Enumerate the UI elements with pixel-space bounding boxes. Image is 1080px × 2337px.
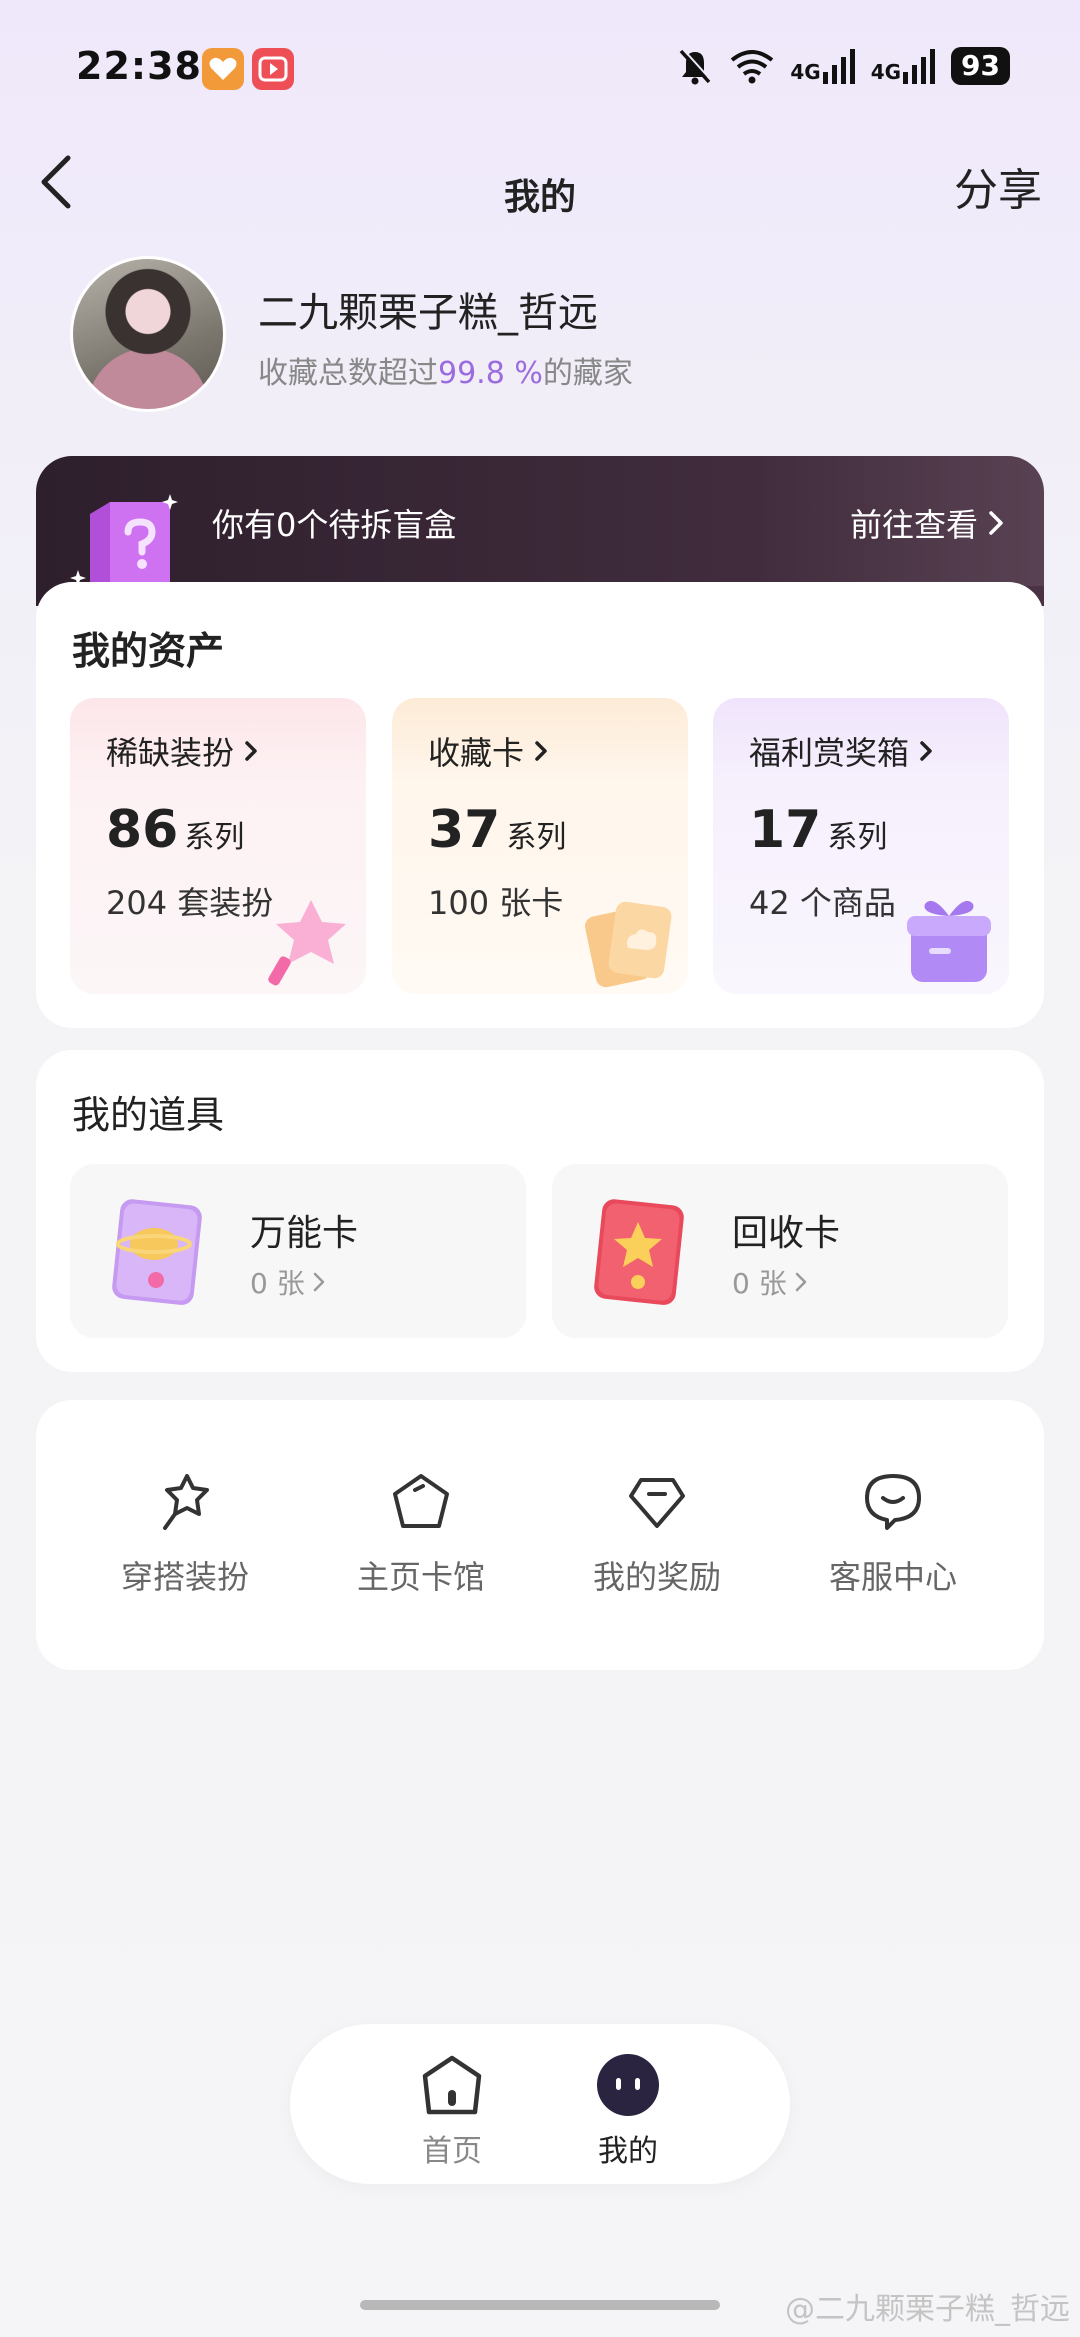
magic-wand-icon [268,900,346,986]
share-button[interactable]: 分享 [954,154,1042,218]
shortcut-card-hall[interactable]: 主页卡馆 [331,1470,511,1598]
shortcut-customer-service[interactable]: 客服中心 [803,1470,983,1598]
chevron-right-icon [920,741,932,761]
status-indicators: 4G 4G 93 [676,46,1010,86]
gift-box-icon [907,900,991,982]
page-title: 我的 [503,177,576,218]
collector-percent: 99.8 % [438,356,543,391]
nav-me[interactable]: 我的 [568,2052,688,2170]
diamond-icon [629,1478,685,1528]
shortcut-rewards[interactable]: 我的奖励 [567,1470,747,1598]
asset-unit: 系列 [184,820,245,855]
asset-collection-cards[interactable]: 收藏卡 37 系列 100 张卡 [392,698,688,994]
props-title: 我的道具 [72,1093,225,1137]
app-notification-icon [202,48,244,90]
asset-subtext: 42 个商品 [749,884,896,922]
shortcut-label: 客服中心 [828,1558,957,1596]
asset-label: 收藏卡 [428,734,525,772]
blind-box-text: 你有0个待拆盲盒 [212,506,457,544]
asset-count: 86 [106,800,179,860]
chevron-right-icon [245,741,257,761]
chat-icon [865,1474,921,1530]
wildcard-icon [112,1199,202,1305]
recycle-card-item[interactable]: 回收卡 0 张 [552,1164,1008,1338]
bottom-nav [290,2024,790,2184]
asset-subtext: 204 套装扮 [106,884,274,922]
chevron-right-icon [989,511,1003,535]
asset-rare-outfits[interactable]: 稀缺装扮 86 系列 204 套装扮 [70,698,366,994]
nav-home[interactable]: 首页 [392,2052,512,2170]
nav-me-label: 我的 [598,2134,658,2169]
username: 二九颗栗子糕_哲远 [258,290,598,336]
nav-home-label: 首页 [422,2134,482,2169]
cell-signal-1: 4G [790,48,856,84]
prop-name: 万能卡 [250,1213,359,1254]
battery-indicator: 93 [951,47,1010,85]
prop-count: 0 张 [732,1262,807,1302]
prop-name: 回收卡 [732,1213,841,1254]
shortcut-label: 穿搭装扮 [120,1558,249,1596]
chevron-right-icon [535,741,547,761]
asset-unit: 系列 [506,820,567,855]
video-app-icon [252,48,294,90]
cell-signal-2: 4G [871,48,937,84]
shortcut-label: 主页卡馆 [356,1558,485,1596]
collector-rank-text: 收藏总数超过99.8 %的藏家 [258,356,633,391]
shortcut-label: 我的奖励 [592,1558,721,1596]
view-blind-box-link[interactable]: 前往查看 [850,500,1004,546]
asset-subtext: 100 张卡 [428,884,564,922]
chevron-right-icon [313,1272,324,1292]
prop-count: 0 张 [250,1262,325,1302]
outfit-icon [163,1474,209,1530]
watermark: @二九颗栗子糕_哲远 [785,2292,1070,2327]
avatar[interactable] [70,256,226,412]
cards-icon [584,901,672,988]
asset-count: 17 [749,800,822,860]
wifi-icon [731,50,774,84]
asset-reward-boxes[interactable]: 福利赏奖箱 17 系列 42 个商品 [713,698,1009,994]
pentagon-icon [393,1474,449,1528]
asset-unit: 系列 [827,820,888,855]
recycle-card-icon [594,1199,684,1305]
home-indicator[interactable] [360,2300,720,2310]
asset-label: 福利赏奖箱 [749,734,910,772]
assets-title: 我的资产 [72,629,225,673]
wildcard-item[interactable]: 万能卡 0 张 [70,1164,526,1338]
home-icon [422,2055,482,2115]
profile-face-icon [597,2054,659,2116]
mute-bell-icon [680,48,713,85]
status-time: 22:38 [76,44,202,88]
asset-label: 稀缺装扮 [106,734,235,772]
chevron-right-icon [795,1272,806,1292]
shortcut-outfits[interactable]: 穿搭装扮 [95,1470,275,1598]
asset-count: 37 [428,800,501,860]
